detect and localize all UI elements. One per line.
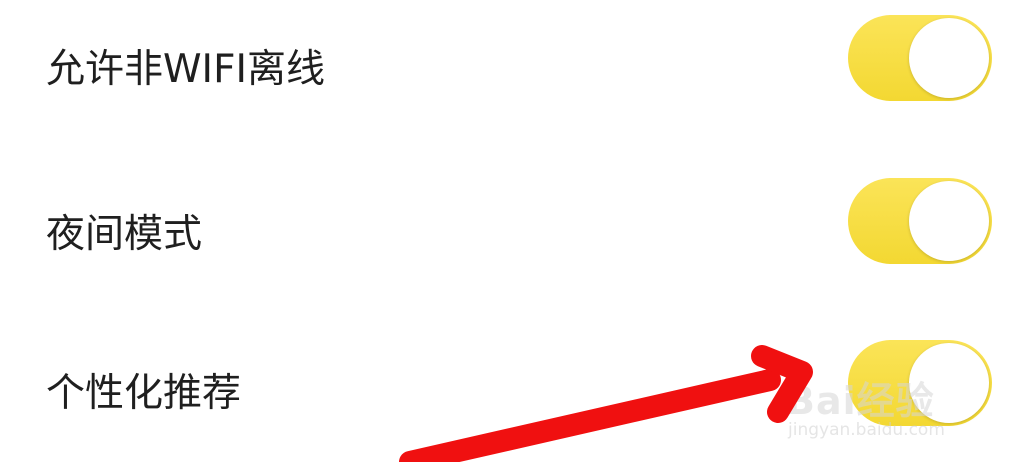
watermark-brand: Bai经验 — [786, 379, 935, 423]
setting-label: 个性化推荐 — [46, 371, 242, 416]
watermark-url: jingyan.baidu.com — [788, 420, 945, 440]
toggle-knob — [909, 18, 989, 98]
toggle-knob — [909, 181, 989, 261]
setting-label: 允许非WIFI离线 — [46, 47, 325, 92]
setting-row-offline-non-wifi[interactable]: 允许非WIFI离线 — [0, 0, 1025, 120]
offline-non-wifi-toggle[interactable] — [848, 15, 992, 101]
setting-label: 夜间模式 — [46, 212, 203, 257]
setting-row-night-mode[interactable]: 夜间模式 — [0, 165, 1025, 285]
baidu-watermark: Bai经验 jingyan.baidu.com — [786, 362, 1006, 452]
settings-screen: 允许非WIFI离线 夜间模式 个性化推荐 Bai经验 jingyan.baidu… — [0, 0, 1025, 462]
night-mode-toggle[interactable] — [848, 178, 992, 264]
